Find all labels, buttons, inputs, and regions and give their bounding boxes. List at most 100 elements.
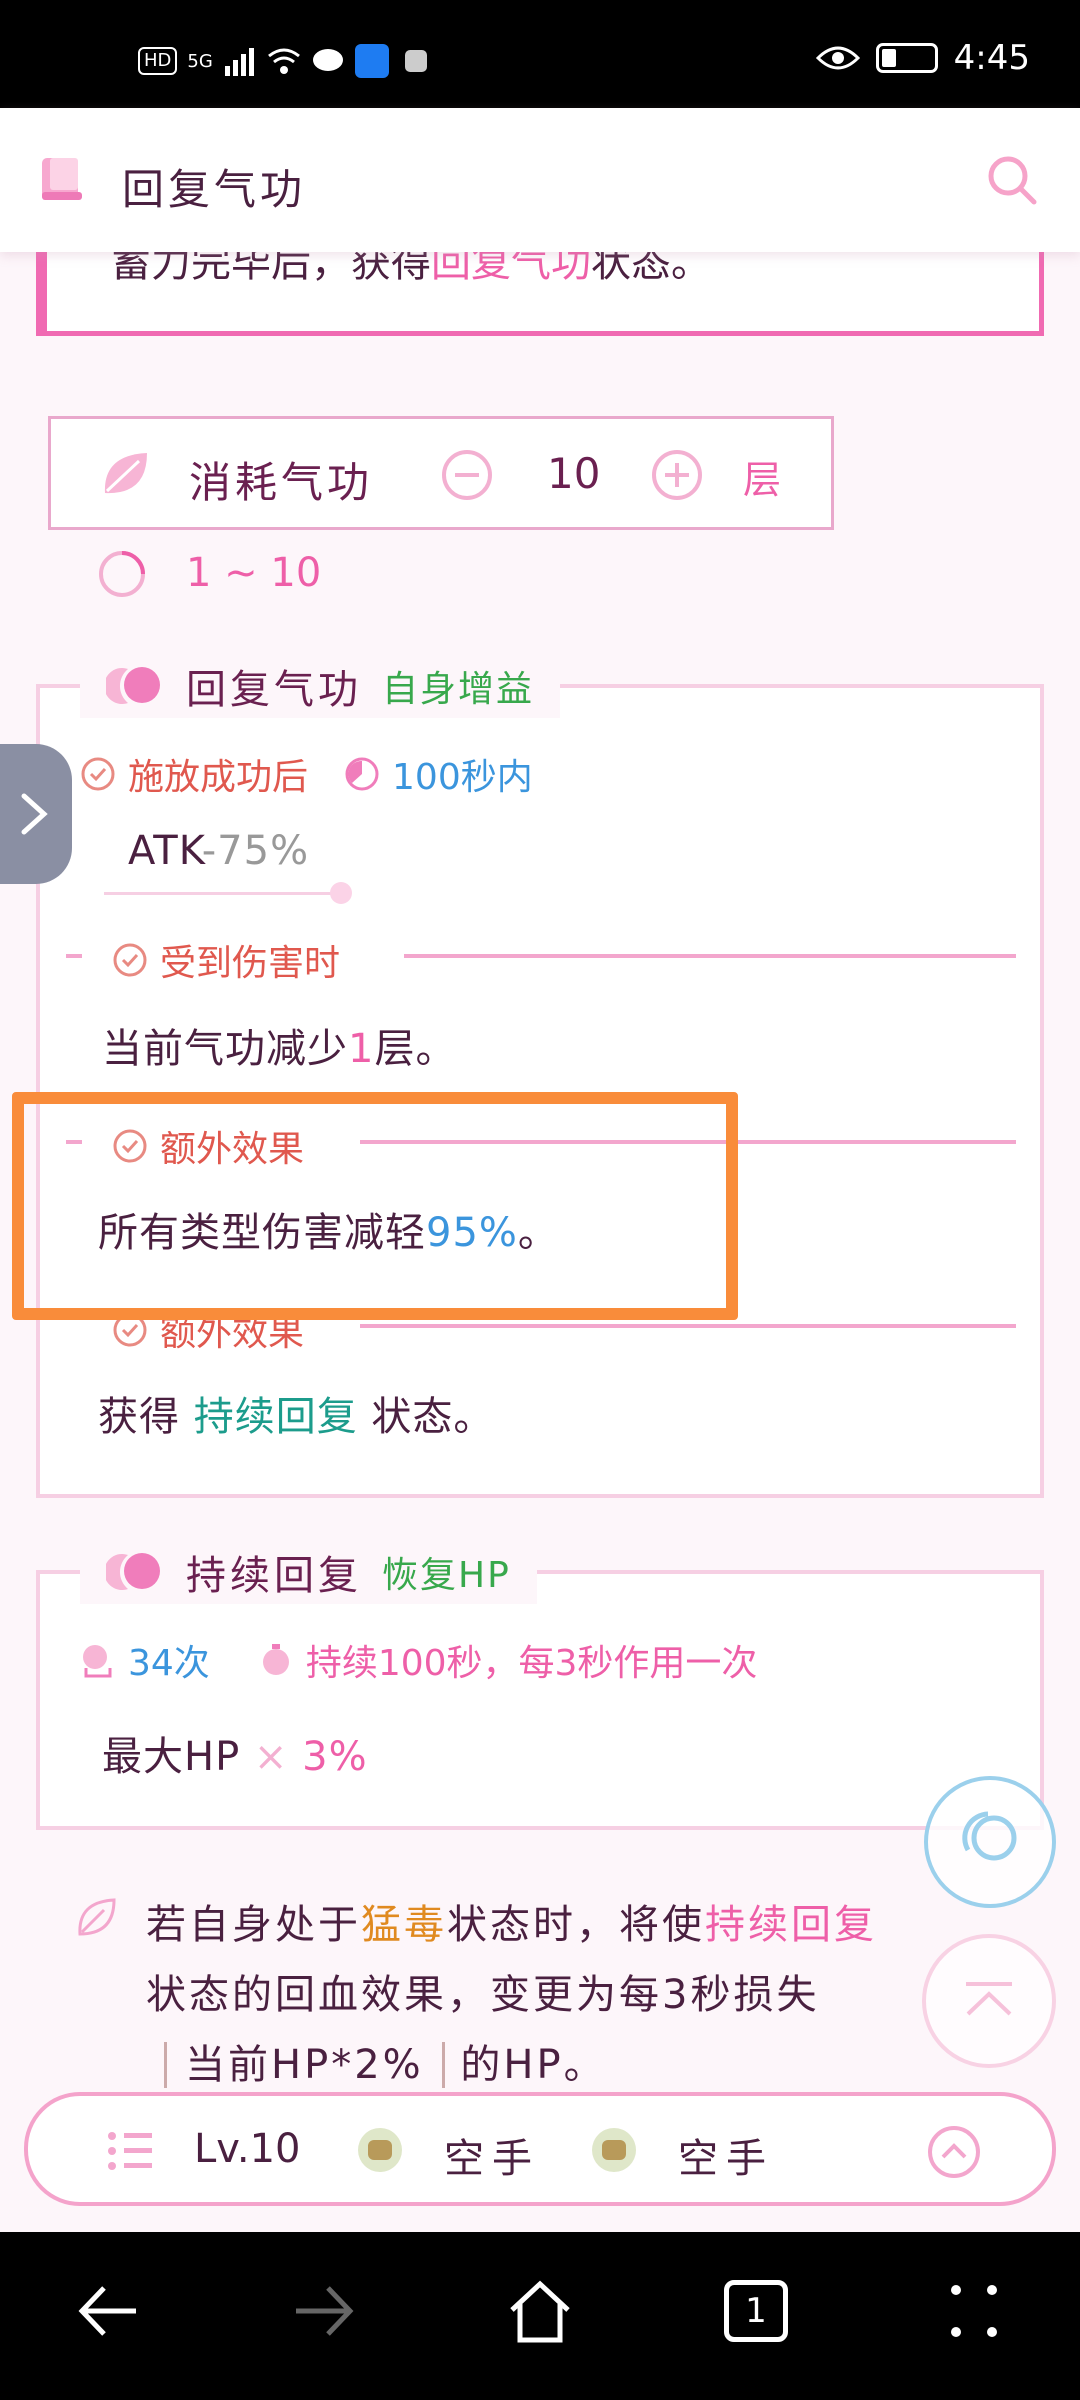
section-text-a: 当前气功减少 xyxy=(102,1026,348,1072)
section-text-b: 状态。 xyxy=(357,1394,495,1440)
consume-qigong-stepper: 消耗气功 10 层 xyxy=(48,416,834,530)
status-left-icons: HD 5G xyxy=(138,44,433,78)
buff-card-header: 回复气功 自身增益 xyxy=(80,654,561,718)
section-label: 受到伤害时 xyxy=(160,943,341,984)
eye-icon xyxy=(815,46,860,70)
section-num: 1 xyxy=(348,1026,375,1072)
weapon-main[interactable]: 空手 xyxy=(444,2126,540,2184)
consume-label: 消耗气功 xyxy=(189,458,374,507)
forward-arrow-icon[interactable] xyxy=(288,2276,358,2346)
browser-nav-bar: 1 xyxy=(0,2232,1080,2400)
signal-icon xyxy=(224,48,254,76)
duration-label: 100秒内 xyxy=(392,757,533,798)
section-buff-link[interactable]: 持续回复 xyxy=(194,1394,358,1440)
section-text-b: 层。 xyxy=(374,1026,457,1072)
book-icon[interactable] xyxy=(40,156,84,202)
note-text: 状态的回血效果，变更为每3秒损失 xyxy=(146,1972,820,2018)
note-buff-link[interactable]: 持续回复 xyxy=(705,1902,877,1948)
message-icon xyxy=(312,49,343,71)
consume-unit: 层 xyxy=(743,458,782,502)
section-dash xyxy=(66,954,82,958)
section-text-3: 获得 持续回复 状态。 xyxy=(98,1384,494,1442)
buff-title: 持续回复 xyxy=(186,1553,362,1599)
repeat-count-icon xyxy=(83,1645,112,1678)
highlight-box xyxy=(12,1092,738,1320)
section-text-a: 获得 xyxy=(98,1394,194,1440)
hd-badge: HD xyxy=(138,47,178,75)
check-circle-icon xyxy=(81,757,115,791)
buff-card-header: 持续回复 恢复HP xyxy=(80,1540,537,1604)
side-drawer-toggle[interactable] xyxy=(0,744,72,884)
consume-value: 10 xyxy=(547,449,601,498)
leaf-outline-icon xyxy=(78,1898,116,1936)
stopwatch-icon xyxy=(262,1644,289,1675)
app-notification-icon xyxy=(354,44,389,78)
list-icon[interactable] xyxy=(106,2128,156,2174)
buff-tag: 自身增益 xyxy=(382,669,535,710)
repeat-duration: 持续100秒，每3秒作用一次 xyxy=(305,1643,758,1684)
consume-range: 1 ~ 10 xyxy=(186,550,322,596)
stat-mod: -75% xyxy=(201,828,310,874)
note-formula-text: 当前HP*2% xyxy=(185,2042,424,2088)
search-icon[interactable] xyxy=(984,152,1040,208)
note-text: 若自身处于 xyxy=(146,1902,361,1948)
tabs-button[interactable]: 1 xyxy=(724,2280,788,2342)
heal-formula: 最大HP × 3% xyxy=(102,1724,368,1782)
chevron-up-icon[interactable] xyxy=(926,2124,982,2180)
trigger-row: 施放成功后 100秒内 xyxy=(80,748,533,800)
formula-op: × xyxy=(253,1734,289,1780)
home-icon[interactable] xyxy=(504,2276,576,2348)
level-label[interactable]: Lv.10 xyxy=(194,2126,300,2172)
section-line xyxy=(360,1324,1016,1328)
wifi-icon xyxy=(267,48,300,74)
back-arrow-icon[interactable] xyxy=(74,2276,144,2346)
swirl-icon xyxy=(962,1811,1017,1861)
check-circle-icon xyxy=(113,943,147,977)
note-status-link[interactable]: 猛毒 xyxy=(361,1902,447,1948)
stat-underline xyxy=(104,892,344,895)
stat-dot xyxy=(330,882,352,904)
arrow-up-icon xyxy=(966,1982,1012,2016)
leaf-icon xyxy=(104,453,147,494)
note-text: 的HP。 xyxy=(460,2042,607,2088)
note-text: 状态时，将使 xyxy=(447,1902,705,1948)
tabs-count: 1 xyxy=(745,2291,767,2331)
repeat-count: 34次 xyxy=(128,1643,210,1684)
minus-button[interactable] xyxy=(441,449,493,501)
note-line-3: 当前HP*2% 的HP。 xyxy=(164,2032,607,2090)
more-dots-icon[interactable] xyxy=(944,2276,1004,2346)
fist-icon xyxy=(358,2128,402,2172)
status-bar: HD 5G 4:45 xyxy=(0,0,1080,108)
note-formula: 当前HP*2% xyxy=(164,2042,445,2088)
plus-button[interactable] xyxy=(651,449,703,501)
stat-row: ATK-75% xyxy=(128,828,309,874)
network-label: 5G xyxy=(187,50,213,72)
range-icon xyxy=(99,551,145,597)
page-title: 回复气功 xyxy=(122,165,307,214)
formula-value: 3% xyxy=(302,1734,368,1780)
level-weapon-bar: Lv.10 空手 空手 xyxy=(24,2092,1056,2206)
trigger-label: 施放成功后 xyxy=(128,757,309,798)
section-text-1: 当前气功减少1层。 xyxy=(102,1016,456,1074)
buff-tag: 恢复HP xyxy=(382,1555,511,1596)
buff-card-chixu-huifu: 持续回复 恢复HP 34次 持续100秒，每3秒作用一次 最大HP × 3% xyxy=(36,1540,1044,1830)
battery-icon xyxy=(875,43,938,73)
chevron-right-icon xyxy=(21,793,48,835)
status-right-icons: 4:45 xyxy=(815,38,1030,78)
weapon-sub[interactable]: 空手 xyxy=(678,2126,774,2184)
scroll-top-button[interactable] xyxy=(922,1934,1056,2068)
moon-icon xyxy=(106,667,160,704)
app-header: 回复气功 xyxy=(0,108,1080,252)
section-header-1: 受到伤害时 xyxy=(112,934,341,986)
moon-icon xyxy=(106,1553,160,1590)
app-small-icon xyxy=(404,50,427,72)
note-line-2: 状态的回血效果，变更为每3秒损失 xyxy=(146,1962,819,2020)
buff-title: 回复气功 xyxy=(186,667,362,713)
fist-icon xyxy=(592,2128,636,2172)
clock: 4:45 xyxy=(953,38,1030,78)
section-line xyxy=(404,954,1016,958)
timer-icon xyxy=(345,757,379,791)
stat-name: ATK xyxy=(128,828,202,874)
buff-card-huifu-qigong: 回复气功 自身增益 施放成功后 100秒内 ATK-75% 受到伤害时 当前气功… xyxy=(36,654,1044,1498)
floating-swirl-button[interactable] xyxy=(924,1776,1056,1908)
